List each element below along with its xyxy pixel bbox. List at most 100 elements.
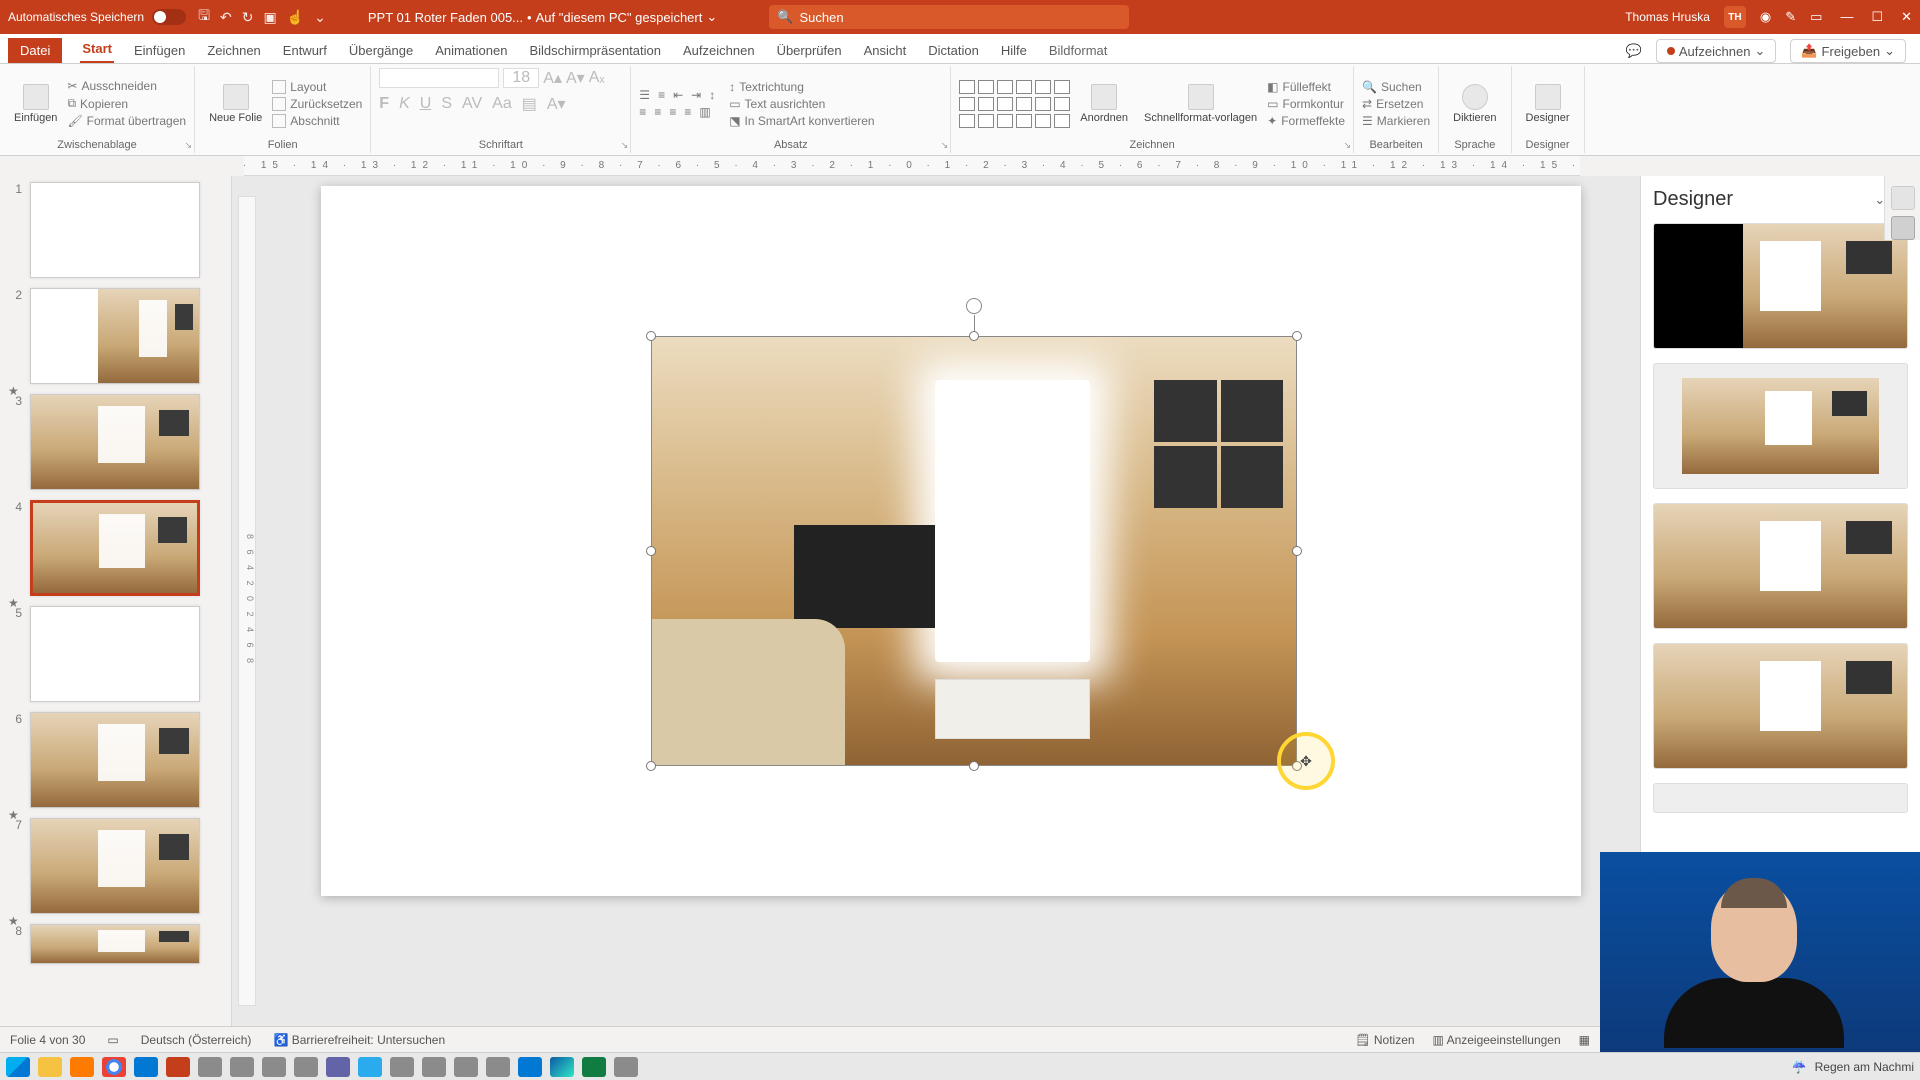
design-suggestion-5[interactable] [1653, 783, 1908, 813]
toggle-switch-icon[interactable] [152, 9, 186, 25]
slide-thumb-1[interactable] [30, 182, 200, 278]
slide-thumbnail-panel[interactable]: 1 2★ 3 4★ 5 6★ 7★ 8 [0, 176, 232, 1026]
resize-handle-icon[interactable] [969, 331, 979, 341]
slide-thumb-7[interactable] [30, 818, 200, 914]
tab-slideshow[interactable]: Bildschirmpräsentation [527, 38, 663, 63]
rotate-handle-icon[interactable] [966, 298, 982, 314]
slide-thumb-6[interactable] [30, 712, 200, 808]
autosave-toggle[interactable]: Automatisches Speichern [8, 9, 186, 25]
tab-review[interactable]: Überprüfen [775, 38, 844, 63]
touch-icon[interactable]: ☝ [287, 9, 304, 26]
weather-text[interactable]: Regen am Nachmi [1815, 1060, 1914, 1074]
designer-button[interactable]: Designer [1520, 80, 1576, 128]
font-color-icon[interactable]: A▾ [547, 94, 566, 114]
taskbar-app-icon[interactable] [454, 1057, 478, 1077]
replace-button[interactable]: ⇄Ersetzen [1362, 97, 1430, 111]
bold-button[interactable]: F [379, 95, 389, 113]
design-suggestion-2[interactable] [1653, 363, 1908, 489]
ribbon-mode-icon[interactable]: ▭ [1810, 9, 1822, 25]
font-size-input[interactable]: 18 [503, 68, 539, 88]
case-button[interactable]: Aa [492, 95, 512, 113]
arrange-button[interactable]: Anordnen [1074, 80, 1134, 128]
justify-icon[interactable]: ≡ [684, 105, 691, 119]
record-button[interactable]: Aufzeichnen⌄ [1656, 39, 1776, 63]
present-live-icon[interactable]: ◉ [1760, 9, 1771, 25]
shape-effects-button[interactable]: ✦Formeffekte [1267, 114, 1345, 128]
strike-button[interactable]: S [441, 95, 452, 113]
comments-icon[interactable]: 💬 [1626, 43, 1642, 59]
designer-rail-icon[interactable] [1891, 216, 1915, 240]
resize-handle-icon[interactable] [646, 546, 656, 556]
shape-fill-button[interactable]: ◧Fülleffekt [1267, 80, 1345, 94]
italic-button[interactable]: K [399, 95, 410, 113]
taskbar-app-icon[interactable] [230, 1057, 254, 1077]
tab-transitions[interactable]: Übergänge [347, 38, 415, 63]
slide-thumb-2[interactable] [30, 288, 200, 384]
redo-icon[interactable]: ↻ [242, 9, 254, 26]
tab-dictation[interactable]: Dictation [926, 38, 981, 63]
dialog-launcher-icon[interactable]: ↘ [621, 140, 629, 151]
shape-outline-button[interactable]: ▭Formkontur [1267, 97, 1345, 111]
language-label[interactable]: Deutsch (Österreich) [141, 1033, 252, 1047]
save-icon[interactable]: 🖫 [198, 5, 210, 29]
taskbar-app-icon[interactable] [198, 1057, 222, 1077]
section-button[interactable]: Abschnitt [272, 114, 362, 128]
font-name-input[interactable] [379, 68, 499, 88]
display-settings-button[interactable]: ▥ Anzeigeeinstellungen [1433, 1033, 1561, 1047]
tab-animations[interactable]: Animationen [433, 38, 509, 63]
tab-file[interactable]: Datei [8, 38, 62, 63]
copy-button[interactable]: ⧉Kopieren [67, 96, 186, 111]
resize-handle-icon[interactable] [969, 761, 979, 771]
edge-icon[interactable] [550, 1057, 574, 1077]
layout-button[interactable]: Layout [272, 80, 362, 94]
taskbar-app-icon[interactable] [262, 1057, 286, 1077]
align-text-button[interactable]: ▭Text ausrichten [729, 97, 874, 111]
design-suggestion-4[interactable] [1653, 643, 1908, 769]
qat-more-icon[interactable]: ⌄ [314, 9, 326, 26]
line-spacing-icon[interactable]: ↕ [709, 88, 715, 102]
slide-counter[interactable]: Folie 4 von 30 [10, 1033, 85, 1047]
align-right-icon[interactable]: ≡ [669, 105, 676, 119]
align-center-icon[interactable]: ≡ [654, 105, 661, 119]
word-icon[interactable] [518, 1057, 542, 1077]
indent-inc-icon[interactable]: ⇥ [691, 88, 701, 102]
find-button[interactable]: 🔍Suchen [1362, 80, 1430, 94]
ink-icon[interactable]: ✎ [1785, 9, 1796, 25]
selected-image[interactable]: ✥ [651, 336, 1297, 766]
notes-button[interactable]: 🗒 Notizen [1355, 1033, 1414, 1047]
text-direction-button[interactable]: ↕Textrichtung [729, 80, 874, 94]
close-icon[interactable]: ✕ [1901, 9, 1912, 25]
underline-button[interactable]: U [420, 95, 432, 113]
taskbar-app-icon[interactable] [614, 1057, 638, 1077]
select-button[interactable]: ☰Markieren [1362, 114, 1430, 128]
dialog-launcher-icon[interactable]: ↘ [1343, 140, 1351, 151]
slide-canvas-area[interactable]: 8 6 4 2 0 2 4 6 8 ✥ [232, 176, 1640, 1026]
tab-picture-format[interactable]: Bildformat [1047, 38, 1110, 63]
tab-help[interactable]: Hilfe [999, 38, 1029, 63]
tab-insert[interactable]: Einfügen [132, 38, 187, 63]
indent-dec-icon[interactable]: ⇤ [673, 88, 683, 102]
numbering-icon[interactable]: ≡ [658, 88, 665, 102]
bullets-icon[interactable]: ☰ [639, 88, 650, 102]
taskbar-app-icon[interactable] [294, 1057, 318, 1077]
slide-thumb-4[interactable] [30, 500, 200, 596]
slide-thumb-8[interactable] [30, 924, 200, 964]
resize-handle-icon[interactable] [646, 331, 656, 341]
maximize-icon[interactable]: ☐ [1871, 9, 1883, 25]
powerpoint-icon[interactable] [166, 1057, 190, 1077]
columns-icon[interactable]: ▥ [699, 105, 710, 119]
file-title-area[interactable]: PPT 01 Roter Faden 005... • Auf "diesem … [368, 9, 717, 25]
slide-thumb-5[interactable] [30, 606, 200, 702]
taskbar-app-icon[interactable] [390, 1057, 414, 1077]
undo-icon[interactable]: ↶ [220, 9, 232, 26]
tab-design[interactable]: Entwurf [281, 38, 329, 63]
decrease-font-icon[interactable]: A▾ [566, 68, 585, 88]
tab-record[interactable]: Aufzeichnen [681, 38, 757, 63]
chrome-icon[interactable] [102, 1057, 126, 1077]
search-input[interactable]: 🔍 Suchen [769, 5, 1129, 29]
tab-draw[interactable]: Zeichnen [205, 38, 262, 63]
file-explorer-icon[interactable] [38, 1057, 62, 1077]
shadow-button[interactable]: AV [462, 95, 482, 113]
tab-start[interactable]: Start [80, 36, 114, 63]
paste-button[interactable]: Einfügen [8, 80, 63, 128]
